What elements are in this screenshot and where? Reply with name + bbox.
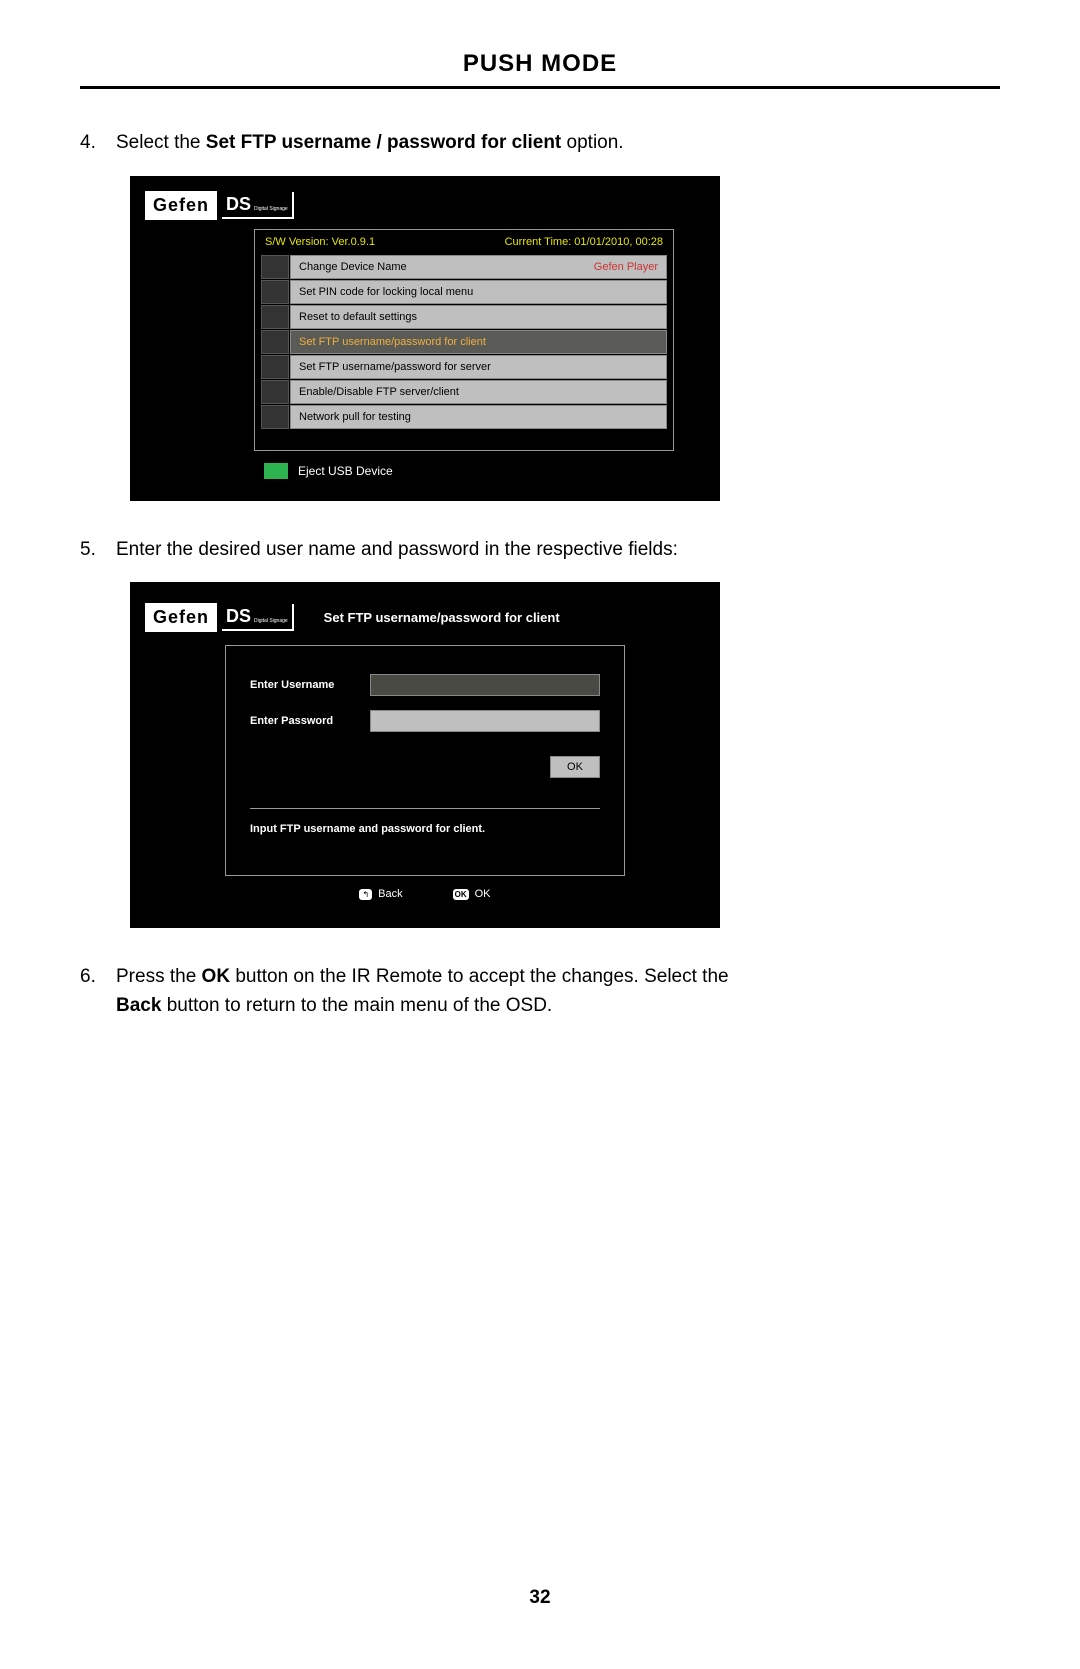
- form-help-text: Input FTP username and password for clie…: [250, 823, 600, 835]
- menu-item-set-pin[interactable]: Set PIN code for locking local menu: [261, 280, 667, 304]
- menu-item-reset-default[interactable]: Reset to default settings: [261, 305, 667, 329]
- page-number: 32: [0, 1587, 1080, 1609]
- step-6: 6. Press the OK button on the IR Remote …: [80, 963, 1000, 1020]
- username-label: Enter Username: [250, 679, 370, 691]
- gefen-logo: Gefen: [144, 602, 218, 633]
- ds-logo: DSDigital Signage: [222, 192, 294, 219]
- eject-color-swatch: [264, 463, 288, 479]
- step-text: Press the OK button on the IR Remote to …: [116, 963, 1000, 1020]
- text: Select the: [116, 132, 206, 153]
- logo-row: Gefen DSDigital Signage: [144, 190, 706, 221]
- step-4: 4. Select the Set FTP username / passwor…: [80, 129, 1000, 158]
- indicator: [261, 355, 289, 379]
- ok-row: OK: [250, 746, 600, 778]
- indicator: [261, 255, 289, 279]
- menu-label: Set PIN code for locking local menu: [299, 286, 473, 298]
- menu-value: Gefen Player: [594, 261, 658, 273]
- page-title: PUSH MODE: [80, 50, 1000, 89]
- menu-label: Change Device Name: [299, 261, 407, 273]
- ds-text: DS: [226, 606, 251, 627]
- step-number: 6.: [80, 963, 116, 1020]
- back-icon: ↰: [359, 889, 372, 900]
- screenshot-form: Gefen DSDigital Signage Set FTP username…: [130, 582, 720, 928]
- indicator: [261, 280, 289, 304]
- text: Press the: [116, 966, 202, 987]
- text: button to return to the main menu of the…: [161, 995, 552, 1016]
- ok-button[interactable]: OK: [550, 756, 600, 778]
- menu-panel: S/W Version: Ver.0.9.1 Current Time: 01/…: [254, 229, 674, 451]
- ds-text: DS: [226, 194, 251, 215]
- step-5: 5. Enter the desired user name and passw…: [80, 536, 1000, 565]
- indicator: [261, 380, 289, 404]
- indicator: [261, 305, 289, 329]
- ok-icon: OK: [453, 889, 469, 900]
- ok-hint: OK OK: [453, 888, 491, 900]
- step-number: 4.: [80, 129, 116, 158]
- eject-usb-row[interactable]: Eject USB Device: [264, 463, 706, 479]
- password-label: Enter Password: [250, 715, 370, 727]
- back-hint: ↰ Back: [359, 888, 402, 900]
- menu-label: Network pull for testing: [299, 411, 411, 423]
- menu-label: Reset to default settings: [299, 311, 417, 323]
- step-text: Select the Set FTP username / password f…: [116, 129, 1000, 158]
- password-row: Enter Password: [250, 710, 600, 732]
- ok-label: OK: [475, 888, 491, 900]
- gefen-logo: Gefen: [144, 190, 218, 221]
- password-input[interactable]: [370, 710, 600, 732]
- menu-label: Enable/Disable FTP server/client: [299, 386, 459, 398]
- username-row: Enter Username: [250, 674, 600, 696]
- bold-text: Set FTP username / password for client: [206, 132, 561, 153]
- menu-item-ftp-client[interactable]: Set FTP username/password for client: [261, 330, 667, 354]
- step-text: Enter the desired user name and password…: [116, 536, 1000, 565]
- ds-subtitle: Digital Signage: [254, 206, 288, 212]
- menu-item-change-device-name[interactable]: Change Device Name Gefen Player: [261, 255, 667, 279]
- indicator: [261, 405, 289, 429]
- step-number: 5.: [80, 536, 116, 565]
- current-time: Current Time: 01/01/2010, 00:28: [505, 236, 663, 248]
- text: option.: [561, 132, 623, 153]
- bottom-hints: ↰ Back OK OK: [144, 888, 706, 900]
- sw-version: S/W Version: Ver.0.9.1: [265, 236, 375, 248]
- menu-item-ftp-server[interactable]: Set FTP username/password for server: [261, 355, 667, 379]
- divider: [250, 808, 600, 809]
- username-input[interactable]: [370, 674, 600, 696]
- bold-text: Back: [116, 995, 161, 1016]
- menu-item-network-pull[interactable]: Network pull for testing: [261, 405, 667, 429]
- text: button on the IR Remote to accept the ch…: [230, 966, 729, 987]
- form-panel: Enter Username Enter Password OK Input F…: [225, 645, 625, 876]
- menu-label: Set FTP username/password for server: [299, 361, 491, 373]
- screenshot-menu: Gefen DSDigital Signage S/W Version: Ver…: [130, 176, 720, 501]
- menu-label: Set FTP username/password for client: [299, 336, 486, 348]
- ds-subtitle: Digital Signage: [254, 618, 288, 624]
- ds-logo: DSDigital Signage: [222, 604, 294, 631]
- eject-label: Eject USB Device: [298, 464, 393, 478]
- menu-item-enable-ftp[interactable]: Enable/Disable FTP server/client: [261, 380, 667, 404]
- menu-header: S/W Version: Ver.0.9.1 Current Time: 01/…: [255, 230, 673, 254]
- form-title: Set FTP username/password for client: [324, 610, 560, 625]
- indicator: [261, 330, 289, 354]
- back-label: Back: [378, 888, 402, 900]
- form-header: Gefen DSDigital Signage Set FTP username…: [144, 602, 706, 633]
- bold-text: OK: [202, 966, 231, 987]
